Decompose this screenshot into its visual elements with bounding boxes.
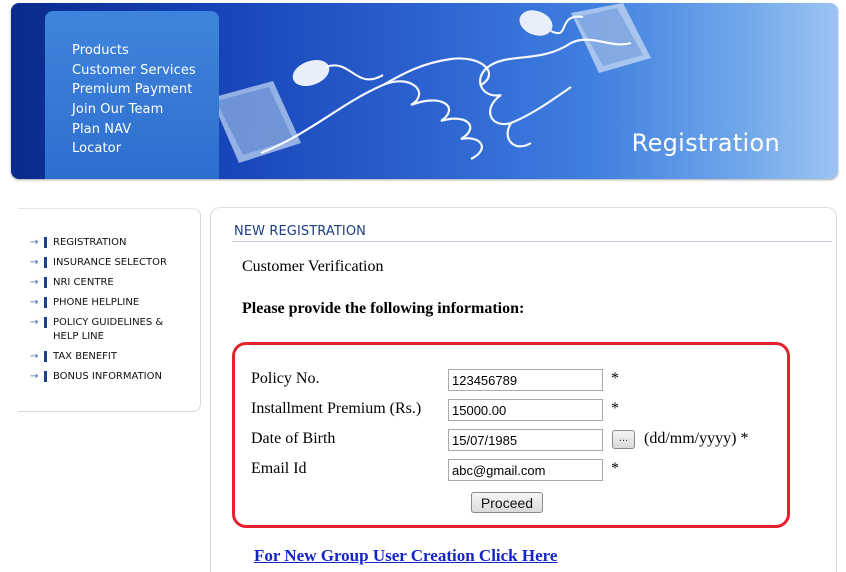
date-format-hint: (dd/mm/yyyy) * (644, 430, 749, 447)
top-nav-menu: Products Customer Services Premium Payme… (72, 41, 196, 159)
required-marker: * (611, 460, 619, 477)
sidebar-item-marker (44, 317, 47, 328)
required-marker: * (611, 400, 619, 417)
sidebar-item-marker (44, 237, 47, 248)
nav-item-locator[interactable]: Locator (72, 139, 196, 159)
sidebar-item-registration[interactable]: → REGISTRATION (30, 236, 173, 250)
sidebar-item-marker (44, 257, 47, 268)
nav-item-products[interactable]: Products (72, 41, 196, 61)
sidebar-item-label: PHONE HELPLINE (53, 297, 140, 308)
arrow-right-icon: → (30, 371, 39, 382)
keyboard-icon (571, 3, 651, 73)
nav-item-premium-payment[interactable]: Premium Payment (72, 80, 196, 100)
proceed-button[interactable]: Proceed (471, 492, 543, 513)
title-divider (232, 241, 832, 242)
new-group-user-link[interactable]: For New Group User Creation Click Here (254, 546, 557, 566)
mouse-icon (292, 59, 384, 87)
sidebar-menu: → REGISTRATION → INSURANCE SELECTOR → NR… (30, 236, 173, 390)
sidebar-item-label: POLICY GUIDELINES & HELP LINE (53, 317, 164, 342)
installment-premium-input[interactable] (448, 399, 603, 421)
date-of-birth-label: Date of Birth (251, 430, 336, 447)
sidebar-item-nri-centre[interactable]: → NRI CENTRE (30, 276, 173, 290)
arrow-right-icon: → (30, 257, 39, 268)
email-input[interactable] (448, 459, 603, 481)
sidebar-item-label: TAX BENEFIT (53, 351, 117, 362)
date-of-birth-input[interactable] (448, 429, 603, 451)
arrow-right-icon: → (30, 351, 39, 362)
mouse-icon (519, 10, 584, 36)
sidebar-item-marker (44, 371, 47, 382)
sidebar-item-bonus-information[interactable]: → BONUS INFORMATION (30, 370, 173, 384)
arrow-right-icon: → (30, 297, 39, 308)
hand-icon (260, 38, 632, 160)
header-banner: Products Customer Services Premium Payme… (11, 3, 838, 179)
nav-item-join-our-team[interactable]: Join Our Team (72, 100, 196, 120)
arrow-right-icon: → (30, 277, 39, 288)
installment-premium-label: Installment Premium (Rs.) (251, 400, 422, 417)
sidebar-item-tax-benefit[interactable]: → TAX BENEFIT (30, 350, 173, 364)
form-instruction: Please provide the following information… (242, 300, 525, 317)
sidebar-item-label: BONUS INFORMATION (53, 371, 162, 382)
email-label: Email Id (251, 460, 307, 477)
sidebar-item-label: NRI CENTRE (53, 277, 114, 288)
policy-no-label: Policy No. (251, 370, 320, 387)
sidebar-item-marker (44, 297, 47, 308)
sidebar-item-policy-guidelines[interactable]: → POLICY GUIDELINES & HELP LINE (30, 316, 173, 344)
policy-no-input[interactable] (448, 369, 603, 391)
banner-page-title: Registration (631, 129, 780, 157)
keyboard-icon (211, 81, 301, 163)
nav-item-customer-services[interactable]: Customer Services (72, 61, 196, 81)
section-title: NEW REGISTRATION (234, 224, 366, 239)
sidebar-item-marker (44, 277, 47, 288)
calendar-picker-button[interactable]: ... (612, 430, 635, 449)
sidebar-item-phone-helpline[interactable]: → PHONE HELPLINE (30, 296, 173, 310)
arrow-right-icon: → (30, 237, 39, 248)
sidebar-item-marker (44, 351, 47, 362)
sidebar-item-insurance-selector[interactable]: → INSURANCE SELECTOR (30, 256, 173, 270)
page-subheading: Customer Verification (242, 258, 384, 275)
sidebar-item-label: REGISTRATION (53, 237, 127, 248)
required-marker: * (611, 370, 619, 387)
sidebar-item-label: INSURANCE SELECTOR (53, 257, 167, 268)
arrow-right-icon: → (30, 317, 39, 328)
nav-item-plan-nav[interactable]: Plan NAV (72, 120, 196, 140)
